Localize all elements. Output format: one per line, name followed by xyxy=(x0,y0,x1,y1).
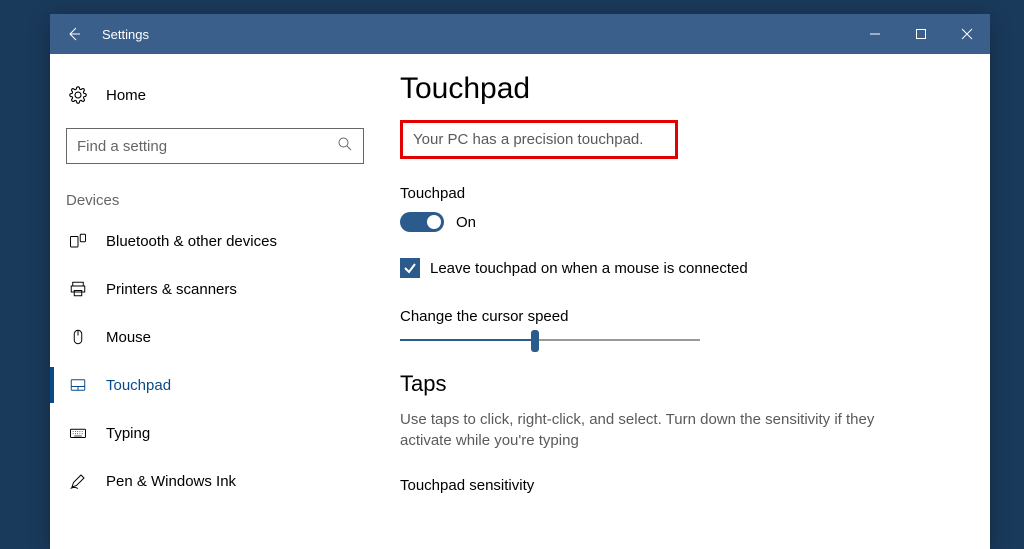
toggle-knob xyxy=(427,215,441,229)
minimize-button[interactable] xyxy=(852,14,898,54)
keyboard-icon xyxy=(68,424,88,442)
sidebar: Home Devices Bluetooth & other devices xyxy=(50,54,380,549)
sidebar-home-label: Home xyxy=(106,87,146,104)
search-icon xyxy=(337,136,353,157)
taps-heading: Taps xyxy=(400,371,950,397)
leave-on-row: Leave touchpad on when a mouse is connec… xyxy=(400,258,950,278)
check-icon xyxy=(403,261,417,275)
leave-on-label: Leave touchpad on when a mouse is connec… xyxy=(430,260,748,277)
slider-thumb[interactable] xyxy=(531,330,539,352)
sidebar-item-label: Mouse xyxy=(106,329,151,346)
sidebar-item-mouse[interactable]: Mouse xyxy=(50,313,380,361)
sidebar-home[interactable]: Home xyxy=(50,78,380,112)
sidebar-item-touchpad[interactable]: Touchpad xyxy=(50,361,380,409)
precision-note: Your PC has a precision touchpad. xyxy=(413,131,665,148)
precision-note-highlight: Your PC has a precision touchpad. xyxy=(400,120,678,159)
printer-icon xyxy=(68,280,88,298)
sidebar-item-typing[interactable]: Typing xyxy=(50,409,380,457)
search-box[interactable] xyxy=(66,128,364,164)
sidebar-item-pen[interactable]: Pen & Windows Ink xyxy=(50,457,380,505)
maximize-button[interactable] xyxy=(898,14,944,54)
sidebar-item-label: Pen & Windows Ink xyxy=(106,473,236,490)
sidebar-item-label: Bluetooth & other devices xyxy=(106,233,277,250)
content-pane: Touchpad Your PC has a precision touchpa… xyxy=(380,54,990,549)
settings-window: Settings Home xyxy=(50,14,990,549)
leave-on-checkbox[interactable] xyxy=(400,258,420,278)
search-input[interactable] xyxy=(77,138,337,155)
titlebar: Settings xyxy=(50,14,990,54)
touchpad-icon xyxy=(68,376,88,394)
close-button[interactable] xyxy=(944,14,990,54)
pen-icon xyxy=(68,472,88,490)
page-title: Touchpad xyxy=(400,72,950,106)
window-body: Home Devices Bluetooth & other devices xyxy=(50,54,990,549)
slider-fill xyxy=(400,339,535,341)
touchpad-toggle-label: Touchpad xyxy=(400,185,950,202)
sidebar-item-label: Typing xyxy=(106,425,150,442)
sidebar-item-bluetooth[interactable]: Bluetooth & other devices xyxy=(50,217,380,265)
cursor-speed-label: Change the cursor speed xyxy=(400,308,950,325)
sidebar-item-label: Touchpad xyxy=(106,377,171,394)
mouse-icon xyxy=(68,328,88,346)
minimize-icon xyxy=(869,28,881,40)
cursor-speed-slider[interactable] xyxy=(400,339,700,341)
window-title: Settings xyxy=(98,27,852,42)
touchpad-toggle[interactable] xyxy=(400,212,444,232)
maximize-icon xyxy=(915,28,927,40)
sidebar-item-label: Printers & scanners xyxy=(106,281,237,298)
cursor-speed-slider-wrap xyxy=(400,339,700,341)
toggle-state-text: On xyxy=(456,214,476,231)
taps-description: Use taps to click, right-click, and sele… xyxy=(400,409,880,451)
gear-icon xyxy=(68,86,88,104)
sensitivity-label: Touchpad sensitivity xyxy=(400,477,950,494)
touchpad-toggle-row: On xyxy=(400,212,950,232)
window-controls xyxy=(852,14,990,54)
bluetooth-icon xyxy=(68,232,88,250)
close-icon xyxy=(961,28,973,40)
back-button[interactable] xyxy=(50,14,98,54)
sidebar-section-header: Devices xyxy=(50,164,380,217)
sidebar-item-printers[interactable]: Printers & scanners xyxy=(50,265,380,313)
